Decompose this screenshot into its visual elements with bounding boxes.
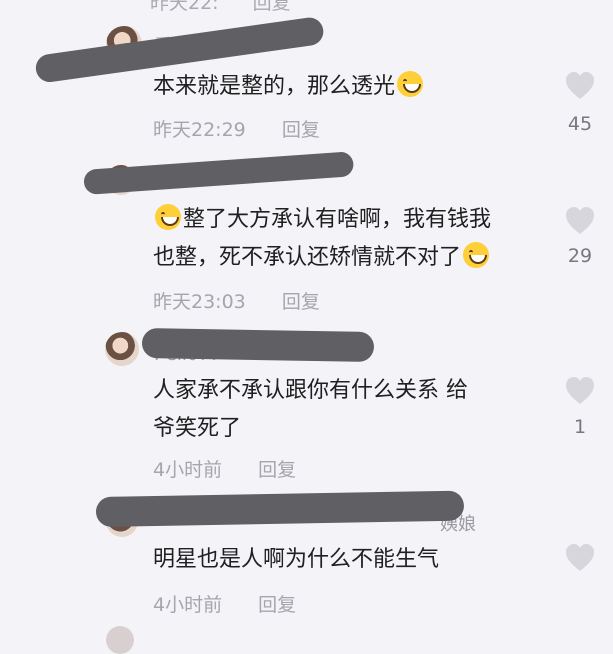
comment-line: 人家承不承认跟你有什么关系 给 <box>153 378 468 403</box>
reply-button[interactable]: 回复 <box>282 291 320 313</box>
like-count: 29 <box>567 245 593 267</box>
comment-line: 本来就是整的，那么透光 <box>153 74 396 99</box>
avatar[interactable] <box>106 626 134 654</box>
comment-text: 人家承不承认跟你有什么关系 给 爷笑死了 <box>153 372 468 448</box>
reply-button[interactable]: 回复 <box>258 459 296 481</box>
comment-text: 本来就是整的，那么透光 <box>153 68 425 106</box>
like-count: 45 <box>567 113 593 135</box>
comment-time: 昨天22:29 <box>153 119 246 141</box>
comment-meta: 昨天23:03 回复 <box>153 287 320 314</box>
comment-line: 爷笑死了 <box>153 416 242 441</box>
rolling-laughing-emoji <box>155 204 181 230</box>
heart-icon[interactable] <box>563 70 597 100</box>
comment-line: 明星也是人啊为什么不能生气 <box>153 547 440 572</box>
reply-button[interactable]: 回复 <box>258 594 296 616</box>
avatar[interactable] <box>105 332 139 366</box>
previous-comment-meta: 昨天22: 回复 <box>150 0 291 15</box>
heart-icon[interactable] <box>563 375 597 405</box>
grinning-face-emoji <box>397 71 424 97</box>
comment-meta: 昨天22:29 回复 <box>153 115 320 142</box>
rolling-laughing-emoji <box>463 242 490 268</box>
heart-icon[interactable] <box>563 205 597 235</box>
comment-time: 4小时前 <box>153 459 223 481</box>
heart-icon[interactable] <box>563 542 597 572</box>
redaction-mark <box>95 490 465 527</box>
like-count: 1 <box>573 416 587 438</box>
comment-time: 昨天22: <box>150 0 219 14</box>
comment-meta: 4小时前 回复 <box>153 455 296 482</box>
comment-line: 也整，死不承认还矫情就不对了 <box>153 245 462 270</box>
reply-button[interactable]: 回复 <box>253 0 291 14</box>
comment-line: 整了大方承认有啥啊，我有钱我 <box>183 207 492 232</box>
redaction-mark <box>83 151 355 195</box>
comment-meta: 4小时前 回复 <box>153 590 296 617</box>
redaction-mark <box>141 328 375 363</box>
comment-time: 昨天23:03 <box>153 291 246 313</box>
comment-text: 明星也是人啊为什么不能生气 <box>153 541 439 579</box>
comment-time: 4小时前 <box>153 594 223 616</box>
reply-button[interactable]: 回复 <box>282 119 320 141</box>
comment-text: 整了大方承认有啥啊，我有钱我 也整，死不承认还矫情就不对了 <box>153 201 491 277</box>
